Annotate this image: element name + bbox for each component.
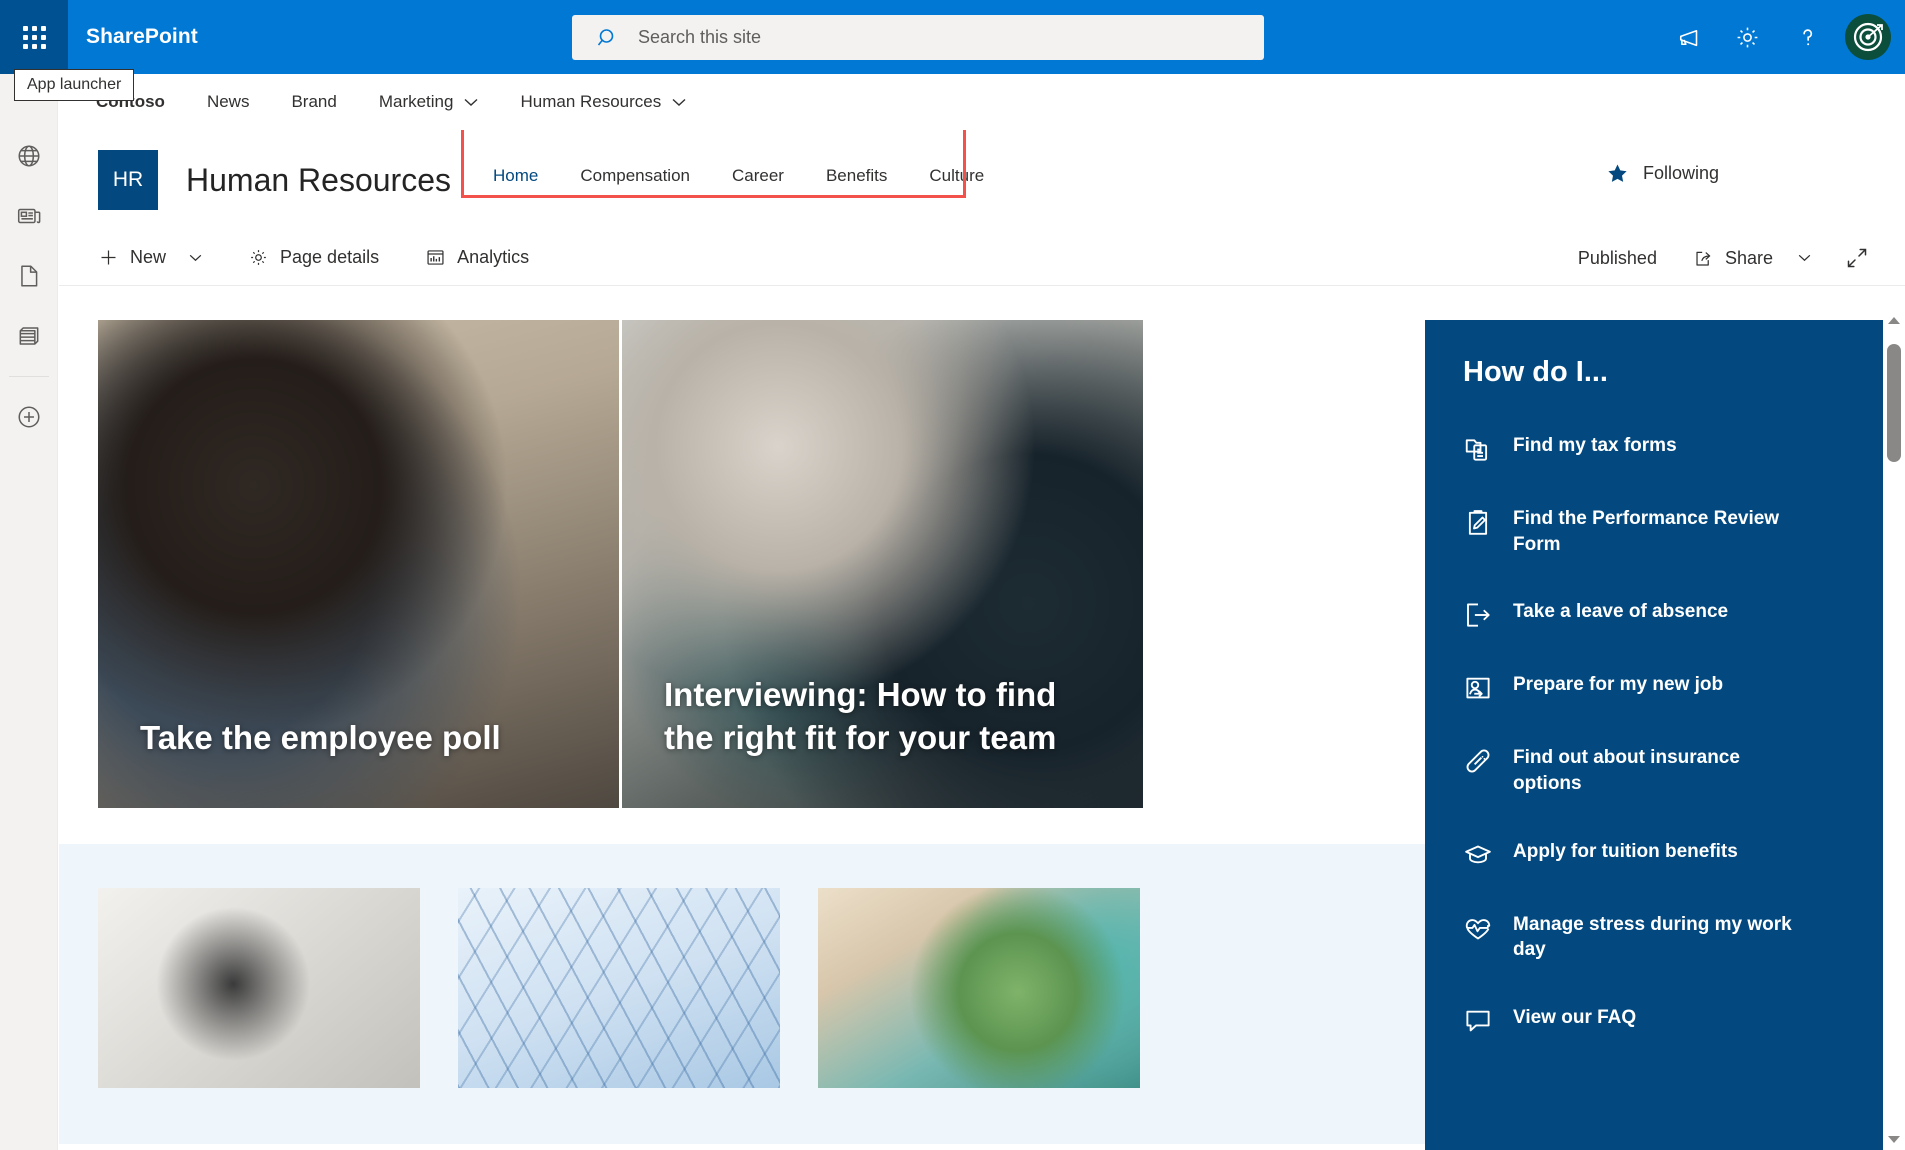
how-do-i-item-label: Manage stress during my work day <box>1513 913 1792 961</box>
how-do-i-panel: How do I... Find my tax forms Find the P… <box>1425 320 1883 1150</box>
site-logo: HR <box>98 150 158 210</box>
chevron-down-icon <box>464 98 478 106</box>
rail-divider <box>8 376 49 377</box>
left-rail <box>0 74 58 1150</box>
exit-icon <box>1467 603 1490 627</box>
target-logo-icon <box>1853 22 1883 52</box>
news-card[interactable] <box>458 888 780 1088</box>
how-do-i-item-tuition[interactable]: Apply for tuition benefits <box>1463 839 1845 870</box>
bandage-icon <box>1466 749 1490 773</box>
hub-item-news[interactable]: News <box>207 92 250 112</box>
site-nav-item-benefits[interactable]: Benefits <box>826 166 887 194</box>
chevron-down-icon <box>189 254 202 261</box>
how-do-i-item-label: Find out about insurance options <box>1513 747 1740 794</box>
suite-bar: SharePoint <box>0 0 1905 74</box>
site-nav-item-compensation[interactable]: Compensation <box>580 166 690 194</box>
how-do-i-item-label: Take a leave of absence <box>1513 601 1729 623</box>
plus-icon <box>101 250 116 265</box>
scroll-up-arrow[interactable] <box>1883 310 1905 332</box>
waffle-icon <box>22 25 46 49</box>
how-do-i-item-label: View our FAQ <box>1513 1006 1637 1028</box>
sharepoint-brand[interactable]: SharePoint <box>86 25 198 49</box>
tax-forms-icon <box>1465 439 1488 461</box>
hub-item-brand[interactable]: Brand <box>291 92 336 112</box>
search-input[interactable] <box>638 27 1198 48</box>
megaphone-icon[interactable] <box>1657 0 1717 74</box>
page-details-button[interactable]: Page details <box>248 247 379 268</box>
clipboard-edit-icon <box>1468 510 1488 535</box>
how-do-i-item-manage-stress[interactable]: Manage stress during my work day <box>1463 912 1845 963</box>
hero-card-title: Take the employee poll <box>140 719 501 757</box>
command-bar-right: Published Share <box>1578 230 1887 286</box>
how-do-i-item-label: Find my tax forms <box>1513 435 1677 456</box>
how-do-i-item-label: Find the Performance Review Form <box>1513 508 1780 555</box>
news-card-thumbnail <box>818 888 1140 1088</box>
site-nav-item-culture[interactable]: Culture <box>929 166 984 194</box>
hero-card-title: Interviewing: How to find the right fit … <box>664 675 1057 757</box>
chevron-down-icon <box>1798 254 1811 262</box>
heartbeat-icon <box>1465 918 1491 939</box>
suite-actions <box>1657 0 1905 74</box>
news-card-thumbnail <box>458 888 780 1088</box>
hub-item-marketing[interactable]: Marketing <box>379 92 479 112</box>
news-card[interactable] <box>98 888 420 1088</box>
analytics-icon <box>427 250 444 265</box>
new-button[interactable]: New <box>98 247 202 268</box>
search-icon <box>597 28 614 46</box>
avatar[interactable] <box>1845 14 1891 60</box>
news-icon[interactable] <box>0 186 58 246</box>
hero-card-interviewing[interactable]: Interviewing: How to find the right fit … <box>622 320 1143 808</box>
new-hire-icon <box>1466 677 1490 699</box>
scrollbar-thumb[interactable] <box>1887 344 1901 462</box>
scroll-down-arrow[interactable] <box>1883 1128 1905 1150</box>
gear-icon[interactable] <box>1717 0 1777 74</box>
how-do-i-item-new-job[interactable]: Prepare for my new job <box>1463 672 1845 703</box>
site-header: HR Human Resources Home Compensation Car… <box>59 130 1905 230</box>
how-do-i-item-label: Apply for tuition benefits <box>1513 840 1738 862</box>
panel-scrollbar[interactable] <box>1883 310 1905 1150</box>
gear-icon <box>251 250 266 265</box>
expand-button[interactable] <box>1845 246 1869 270</box>
published-status: Published <box>1577 247 1657 268</box>
site-nav-item-career[interactable]: Career <box>732 166 784 194</box>
page-icon[interactable] <box>0 246 58 306</box>
star-icon <box>1608 164 1627 182</box>
help-icon[interactable] <box>1777 0 1837 74</box>
share-icon <box>1696 251 1711 266</box>
analytics-button[interactable]: Analytics <box>425 247 529 268</box>
how-do-i-item-tax-forms[interactable]: Find my tax forms <box>1463 433 1845 464</box>
list-icon[interactable] <box>0 306 58 366</box>
hub-item-human-resources[interactable]: Human Resources <box>520 92 686 112</box>
how-do-i-item-label: Prepare for my new job <box>1513 674 1724 696</box>
site-navigation: Home Compensation Career Benefits Cultur… <box>493 149 1026 211</box>
app-launcher-button[interactable] <box>0 0 68 74</box>
hub-navigation: Contoso News Brand Marketing Human Resou… <box>68 74 1905 130</box>
add-icon[interactable] <box>0 387 58 447</box>
news-card[interactable] <box>818 888 1140 1088</box>
news-card-thumbnail <box>98 888 420 1088</box>
command-bar: New Page details Analytics Published Sha… <box>59 230 1905 286</box>
how-do-i-title: How do I... <box>1463 356 1608 388</box>
how-do-i-item-performance-review[interactable]: Find the Performance Review Form <box>1463 506 1845 557</box>
how-do-i-item-leave-of-absence[interactable]: Take a leave of absence <box>1463 599 1845 630</box>
faq-icon <box>1466 1010 1490 1032</box>
chevron-down-icon <box>672 98 686 106</box>
search-box[interactable] <box>572 15 1264 60</box>
scrollbar-track[interactable] <box>1883 332 1905 1128</box>
site-nav-item-home[interactable]: Home <box>493 166 538 198</box>
graduation-cap-icon <box>1465 845 1491 863</box>
app-launcher-tooltip: App launcher <box>14 69 135 101</box>
globe-icon[interactable] <box>0 126 58 186</box>
how-do-i-item-faq[interactable]: View our FAQ <box>1463 1005 1845 1036</box>
how-do-i-item-insurance[interactable]: Find out about insurance options <box>1463 745 1845 796</box>
page-title[interactable]: Human Resources <box>186 162 451 199</box>
expand-icon <box>1847 248 1867 268</box>
following-button[interactable]: Following <box>1606 162 1719 185</box>
share-button[interactable]: Share <box>1693 248 1811 269</box>
hero-card-employee-poll[interactable]: Take the employee poll <box>98 320 619 808</box>
